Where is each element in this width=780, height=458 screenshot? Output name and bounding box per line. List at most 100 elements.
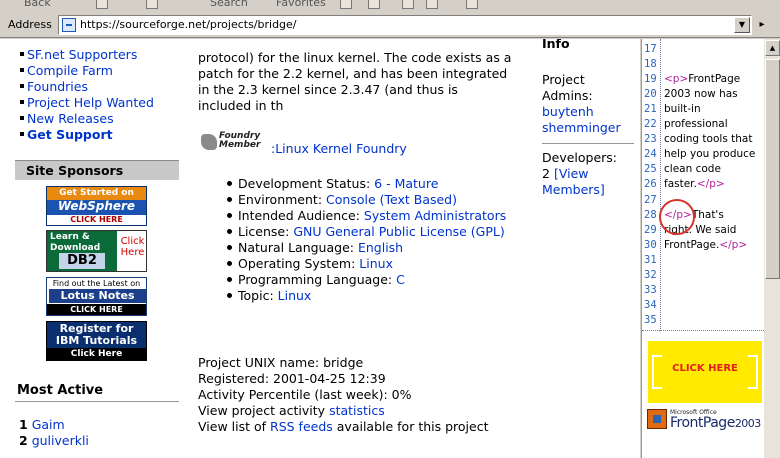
description-line: included in th: [198, 98, 284, 113]
code-line: clean code: [664, 163, 721, 175]
bullet-icon: [20, 132, 24, 136]
line-number: 30: [644, 239, 657, 251]
trove-item: Environment: Console (Text Based): [227, 192, 457, 207]
bullet-icon: [227, 277, 232, 282]
code-line: coding tools that: [664, 133, 753, 145]
ibm-tutorials-ad[interactable]: Register for IBM Tutorials Click Here: [46, 321, 147, 361]
forward-icon[interactable]: [96, 0, 108, 9]
frontpage-promo[interactable]: CLICK HERE Microsoft Office FrontPage200…: [642, 335, 764, 458]
code-view: 17 18 19 20 21 22 23 24 25 26 27 28 29 3…: [642, 39, 764, 331]
rss-line: View list of RSS feeds available for thi…: [198, 419, 489, 434]
description-line: protocol) for the linux kernel. The code…: [198, 50, 512, 65]
address-label: Address: [8, 18, 52, 31]
line-number: 25: [644, 163, 657, 175]
left-sidebar: SF.net Supporters Compile Farm Foundries…: [0, 39, 190, 458]
bullet-icon: [227, 197, 232, 202]
go-arrow-icon[interactable]: ▸: [755, 18, 769, 32]
sponsors-heading: Site Sponsors: [15, 160, 179, 180]
code-scrollbar[interactable]: ▲: [764, 39, 780, 458]
code-line: 2003 now has: [664, 88, 738, 100]
code-line: built-in: [664, 103, 701, 115]
mail-icon[interactable]: [368, 0, 380, 9]
bullet-icon: [20, 68, 24, 72]
line-number: 26: [644, 178, 657, 190]
line-number: 22: [644, 118, 657, 130]
line-number: 35: [644, 314, 657, 326]
print-icon[interactable]: [402, 0, 414, 9]
most-active-item[interactable]: 2 guliverkli: [19, 433, 89, 448]
bullet-icon: [227, 181, 232, 186]
admins-label: Admins:: [542, 88, 593, 103]
admins-label: Project: [542, 72, 585, 87]
registered-date: Registered: 2001-04-25 12:39: [198, 371, 386, 386]
trove-item: Natural Language: English: [227, 240, 403, 255]
line-number: 23: [644, 133, 657, 145]
gear-icon: [201, 134, 217, 150]
view-members-link[interactable]: [View: [554, 166, 589, 181]
activity-percentile: Activity Percentile (last week): 0%: [198, 387, 412, 402]
project-main: protocol) for the linux kernel. The code…: [198, 39, 538, 458]
trove-item: Operating System: Linux: [227, 256, 393, 271]
edit-icon[interactable]: [426, 0, 438, 9]
line-number: 20: [644, 88, 657, 100]
foundry-member-badge: Foundry Member: [201, 132, 265, 154]
view-members-link[interactable]: Members]: [542, 182, 605, 198]
highlight-circle: [659, 199, 695, 235]
click-here-banner[interactable]: CLICK HERE: [648, 341, 762, 403]
websphere-ad[interactable]: Get Started on WebSphere CLICK HERE: [46, 186, 147, 226]
activity-stats-line: View project activity statistics: [198, 403, 385, 418]
unix-name: Project UNIX name: bridge: [198, 355, 364, 370]
foundry-link[interactable]: :Linux Kernel Foundry: [271, 141, 407, 156]
address-field[interactable]: https://sourceforge.net/projects/bridge/…: [58, 15, 752, 35]
trove-item: Topic: Linux: [227, 288, 311, 303]
line-number: 24: [644, 148, 657, 160]
url-text[interactable]: https://sourceforge.net/projects/bridge/: [80, 18, 297, 31]
code-line: professional: [664, 118, 728, 130]
lotus-notes-ad[interactable]: Find out the Latest on Lotus Notes CLICK…: [46, 277, 147, 316]
line-number: 21: [644, 103, 657, 115]
line-number: 27: [644, 194, 657, 206]
home-icon[interactable]: [146, 0, 158, 9]
line-number: 34: [644, 299, 657, 311]
admin-link[interactable]: shemminger: [542, 120, 621, 136]
line-number: 19: [644, 73, 657, 85]
back-button[interactable]: Back: [24, 0, 51, 9]
db2-ad[interactable]: Learn & Download DB2 Click Here: [46, 230, 147, 272]
frontpage-brand: FrontPage2003: [670, 415, 761, 431]
statistics-link[interactable]: statistics: [329, 403, 385, 418]
project-admin-box: Info Project Admins: buytenh shemminger …: [542, 39, 640, 458]
bullet-icon: [227, 229, 232, 234]
code-line: FrontPage.</p>: [664, 239, 748, 251]
scrollbar-thumb[interactable]: [765, 59, 780, 279]
scroll-up-icon[interactable]: ▲: [765, 40, 780, 56]
line-number: 32: [644, 269, 657, 281]
history-icon[interactable]: [340, 0, 352, 9]
page-content: SF.net Supporters Compile Farm Foundries…: [0, 39, 640, 458]
bullet-icon: [20, 52, 24, 56]
favorites-button[interactable]: Favorites: [276, 0, 326, 9]
office-logo-icon: [647, 409, 667, 429]
bullet-icon: [227, 245, 232, 250]
discuss-icon[interactable]: [466, 0, 478, 9]
address-dropdown-icon[interactable]: ▼: [734, 17, 750, 33]
description-line: patch for the 2.2 kernel, and has been i…: [198, 66, 508, 81]
frontpage-ad-panel[interactable]: 17 18 19 20 21 22 23 24 25 26 27 28 29 3…: [641, 39, 780, 458]
developers-label: Developers:: [542, 150, 618, 165]
trove-item: Intended Audience: System Administrators: [227, 208, 506, 223]
line-number: 17: [644, 43, 657, 55]
trove-item: Development Status: 6 - Mature: [227, 176, 438, 191]
code-line: <p>FrontPage: [664, 73, 741, 85]
bullet-icon: [227, 213, 232, 218]
line-number: 33: [644, 284, 657, 296]
admin-link[interactable]: buytenh: [542, 104, 594, 120]
bullet-icon: [20, 100, 24, 104]
page-icon: [62, 18, 76, 32]
rss-feeds-link[interactable]: RSS feeds: [270, 419, 333, 434]
address-bar: Address https://sourceforge.net/projects…: [0, 12, 780, 38]
description-line: in the 2.3 kernel since 2.3.47 (and thus…: [198, 82, 458, 97]
most-active-item[interactable]: 1 Gaim: [19, 417, 65, 432]
line-number: 18: [644, 58, 657, 70]
search-button[interactable]: Search: [210, 0, 248, 9]
bullet-icon: [227, 293, 232, 298]
trove-item: Programming Language: C: [227, 272, 405, 287]
